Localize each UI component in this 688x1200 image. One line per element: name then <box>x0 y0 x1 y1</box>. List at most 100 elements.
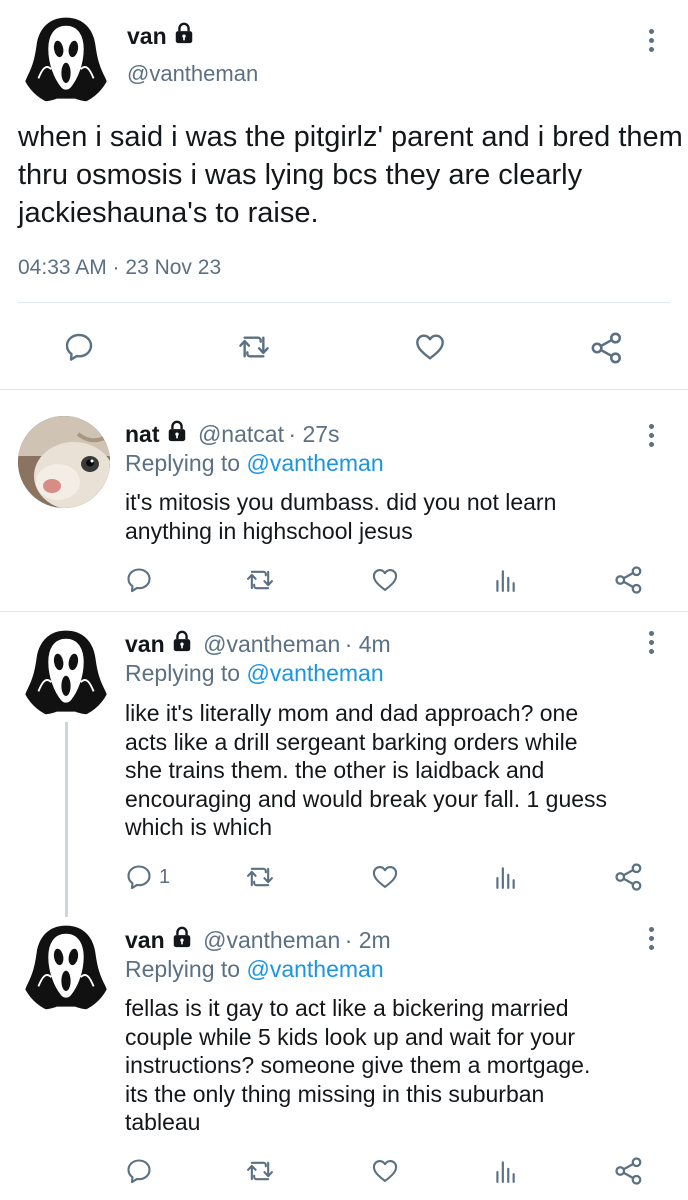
like-button[interactable] <box>371 566 399 594</box>
replying-handle-link[interactable]: @vantheman <box>246 450 383 476</box>
share-button[interactable] <box>614 862 644 892</box>
text-line: it's mitosis you dumbass. did you not le… <box>125 489 557 515</box>
share-button[interactable] <box>590 331 624 365</box>
reply-text: it's mitosis you dumbass. did you not le… <box>125 488 675 545</box>
lock-icon <box>171 926 193 948</box>
share-button[interactable] <box>614 565 644 595</box>
reply-icon <box>125 863 153 891</box>
text-line: like it's literally mom and dad approach… <box>125 700 579 726</box>
text-line: tableau <box>125 1109 201 1135</box>
replying-handle-link[interactable]: @vantheman <box>246 956 383 982</box>
share-icon <box>614 862 644 892</box>
retweet-icon <box>246 1157 274 1185</box>
more-options-icon[interactable] <box>647 424 655 447</box>
share-button[interactable] <box>614 1156 644 1186</box>
cat-photo-avatar <box>18 416 110 508</box>
reply-button[interactable] <box>125 566 153 594</box>
replying-to: Replying to @vantheman <box>125 660 384 687</box>
retweet-button[interactable] <box>246 863 274 891</box>
lock-icon <box>166 420 188 442</box>
like-icon <box>414 331 446 363</box>
stats-icon <box>492 1157 518 1185</box>
analytics-button[interactable] <box>492 863 518 891</box>
reply-text: fellas is it gay to act like a bickering… <box>125 994 680 1137</box>
avatar[interactable] <box>20 627 112 719</box>
more-options-icon[interactable] <box>647 631 655 654</box>
like-icon <box>371 566 399 594</box>
like-button[interactable] <box>414 331 446 363</box>
ghostface-mask-icon <box>20 922 112 1014</box>
replying-label: Replying to <box>125 660 241 686</box>
retweet-button[interactable] <box>246 566 274 594</box>
retweet-icon <box>246 566 274 594</box>
more-options-icon[interactable] <box>647 29 655 52</box>
divider <box>0 389 688 390</box>
stats-icon <box>492 863 518 891</box>
share-icon <box>590 331 624 365</box>
avatar[interactable] <box>20 922 112 1014</box>
handle[interactable]: @natcat <box>198 421 284 447</box>
reply-icon <box>63 331 95 363</box>
retweet-button[interactable] <box>238 331 270 363</box>
reply-text: like it's literally mom and dad approach… <box>125 699 680 842</box>
tweet-age[interactable]: · 2m <box>345 927 391 953</box>
ghostface-mask-icon <box>20 627 112 719</box>
author-row: nat @natcat · 27s <box>125 420 340 448</box>
author-row: van @vantheman · 2m <box>125 926 391 954</box>
tweet-age[interactable]: · 27s <box>288 421 339 447</box>
text-line: instructions? someone give them a mortga… <box>125 1052 591 1078</box>
reply-icon <box>125 1157 153 1185</box>
divider <box>0 611 688 612</box>
text-line: fellas is it gay to act like a bickering… <box>125 995 569 1021</box>
reply-button[interactable] <box>125 1157 153 1185</box>
like-icon <box>371 1157 399 1185</box>
retweet-icon <box>238 331 270 363</box>
author-row: van <box>127 22 195 50</box>
display-name[interactable]: van <box>127 23 167 49</box>
text-line: anything in highschool jesus <box>125 517 413 544</box>
analytics-button[interactable] <box>492 566 518 594</box>
thread-line <box>65 722 68 917</box>
reply-button[interactable] <box>63 331 95 363</box>
lock-icon <box>171 630 193 652</box>
text-line: acts like a drill sergeant barking order… <box>125 728 578 755</box>
stats-icon <box>492 566 518 594</box>
reply-count: 1 <box>159 865 171 888</box>
handle[interactable]: @vantheman <box>127 61 258 87</box>
analytics-button[interactable] <box>492 1157 518 1185</box>
tweet-age[interactable]: · 4m <box>345 631 391 657</box>
retweet-icon <box>246 863 274 891</box>
replying-to: Replying to @vantheman <box>125 450 384 477</box>
display-name[interactable]: van <box>125 927 165 953</box>
replying-to: Replying to @vantheman <box>125 956 384 983</box>
retweet-button[interactable] <box>246 1157 274 1185</box>
display-name[interactable]: van <box>125 631 165 657</box>
avatar[interactable] <box>18 416 110 508</box>
replying-label: Replying to <box>125 956 241 982</box>
share-icon <box>614 1156 644 1186</box>
like-button[interactable] <box>371 1157 399 1185</box>
more-options-icon[interactable] <box>647 927 655 950</box>
like-button[interactable] <box>371 863 399 891</box>
display-name[interactable]: nat <box>125 421 160 447</box>
reply-icon <box>125 566 153 594</box>
author-row: van @vantheman · 4m <box>125 630 391 658</box>
share-icon <box>614 565 644 595</box>
tweet-text: when i said i was the pitgirlz' parent a… <box>18 121 683 229</box>
handle[interactable]: @vantheman <box>203 927 340 953</box>
reply-button[interactable]: 1 <box>125 863 170 891</box>
text-line: she trains them. the other is laidback a… <box>125 757 545 783</box>
lock-icon <box>173 22 195 44</box>
text-line: couple while 5 kids look up and wait for… <box>125 1023 576 1050</box>
text-line: encouraging and would break your fall. 1… <box>125 785 608 812</box>
replying-label: Replying to <box>125 450 241 476</box>
text-line: its the only thing missing in this subur… <box>125 1080 545 1107</box>
like-icon <box>371 863 399 891</box>
handle[interactable]: @vantheman <box>203 631 340 657</box>
ghostface-mask-icon <box>20 14 112 106</box>
text-line: which is which <box>125 814 272 840</box>
divider <box>18 302 670 303</box>
avatar[interactable] <box>20 14 112 106</box>
replying-handle-link[interactable]: @vantheman <box>246 660 383 686</box>
timestamp[interactable]: 04:33 AM · 23 Nov 23 <box>18 256 221 280</box>
